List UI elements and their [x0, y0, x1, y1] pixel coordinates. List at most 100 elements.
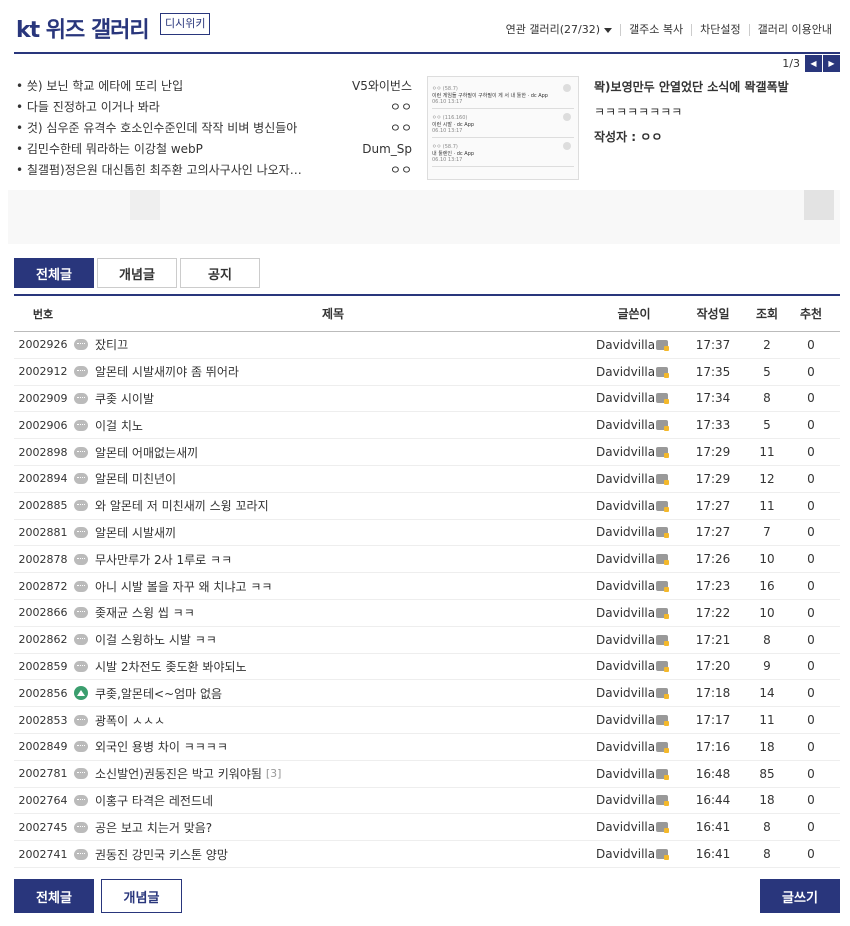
featured-thumbnail[interactable]: ㅇㅇ (58.7) 이런 게임들 구하필이 구하필이 게 서 내 툴한 · dc …: [427, 76, 579, 180]
copy-address-link[interactable]: 갤주소 복사: [620, 24, 691, 36]
tab-concept[interactable]: 개념글: [97, 258, 177, 288]
gallog-icon[interactable]: [656, 500, 670, 512]
gallog-icon[interactable]: [656, 822, 670, 834]
writer-name[interactable]: Davidvilla: [596, 820, 655, 834]
gallery-guide-link[interactable]: 갤러리 이용안내: [748, 24, 840, 36]
table-row[interactable]: 2002881 알몬테 시발새끼 Davidvilla 17:27 7 0: [14, 520, 840, 547]
gallog-icon[interactable]: [656, 339, 670, 351]
writer-name[interactable]: Davidvilla: [596, 472, 655, 486]
post-subject-link[interactable]: 좆재균 스윙 씹 ㅋㅋ: [95, 604, 195, 621]
table-row[interactable]: 2002849 외국인 용병 차이 ㅋㅋㅋㅋ Davidvilla 17:16 18 0: [14, 734, 840, 761]
block-settings-link[interactable]: 차단설정: [691, 24, 748, 36]
hot-post-title[interactable]: • 것) 심우준 유격수 호소인수준인데 작작 비벼 병신들아: [16, 120, 332, 141]
post-subject-link[interactable]: 권동진 강민국 키스톤 양망: [95, 846, 228, 863]
prev-arrow-icon[interactable]: ◀: [805, 55, 822, 72]
post-subject-link[interactable]: 알몬테 시발새끼야 좀 뛰어라: [95, 363, 239, 380]
post-subject-link[interactable]: 소신발언)권동진은 박고 키워야됨: [95, 765, 262, 782]
reply-count[interactable]: [3]: [266, 767, 282, 780]
post-subject-link[interactable]: 알몬테 미친년이: [95, 470, 176, 487]
table-row[interactable]: 2002866 좆재균 스윙 씹 ㅋㅋ Davidvilla 17:22 10 0: [14, 600, 840, 627]
gallog-icon[interactable]: [656, 366, 670, 378]
post-subject-link[interactable]: 잤티끄: [95, 336, 128, 353]
gallery-title[interactable]: kt 위즈 갤러리: [16, 12, 150, 44]
post-subject-link[interactable]: 외국인 용병 차이 ㅋㅋㅋㅋ: [95, 738, 228, 755]
next-arrow-icon[interactable]: ▶: [823, 55, 840, 72]
table-row[interactable]: 2002781 소신발언)권동진은 박고 키워야됨 [3] Davidvilla 16:…: [14, 761, 840, 788]
table-row[interactable]: 2002906 이걸 치노 Davidvilla 17:33 5 0: [14, 412, 840, 440]
post-subject-link[interactable]: 이홍구 타격은 레전드네: [95, 792, 213, 809]
concept-posts-button[interactable]: 개념글: [101, 879, 182, 913]
hot-post-item[interactable]: • 다들 진정하고 이거나 봐라 ㅇㅇ: [16, 99, 412, 120]
post-subject-link[interactable]: 쿠좆 시이발: [95, 390, 154, 407]
writer-name[interactable]: Davidvilla: [596, 499, 655, 513]
table-row[interactable]: 2002764 이홍구 타격은 레전드네 Davidvilla 16:44 18 0: [14, 788, 840, 815]
gallog-icon[interactable]: [656, 634, 670, 646]
gallog-icon[interactable]: [656, 688, 670, 700]
gallog-icon[interactable]: [656, 527, 670, 539]
table-row[interactable]: 2002741 권동진 강민국 키스톤 양망 Davidvilla 16:41 8 0: [14, 841, 840, 868]
gallog-icon[interactable]: [656, 447, 670, 459]
post-subject-link[interactable]: 이걸 치노: [95, 417, 143, 434]
write-button[interactable]: 글쓰기: [760, 879, 840, 913]
hot-post-title[interactable]: • 김민수한테 뭐라하는 이강철 webP: [16, 141, 332, 162]
gallog-icon[interactable]: [656, 420, 670, 432]
writer-name[interactable]: Davidvilla: [596, 633, 655, 647]
gallog-icon[interactable]: [656, 715, 670, 727]
tab-all[interactable]: 전체글: [14, 258, 94, 288]
featured-post-title[interactable]: 뫅)보영만두 안열었단 소식에 뫅갤폭발: [594, 78, 840, 95]
table-row[interactable]: 2002859 시발 2차전도 좆도환 봐야되노 Davidvilla 17:20 9 0: [14, 654, 840, 681]
writer-name[interactable]: Davidvilla: [596, 713, 655, 727]
post-subject-link[interactable]: 공은 보고 치는거 맞음?: [95, 819, 212, 836]
writer-name[interactable]: Davidvilla: [596, 793, 655, 807]
table-row[interactable]: 2002912 알몬테 시발새끼야 좀 뛰어라 Davidvilla 17:35 5 0: [14, 359, 840, 386]
writer-name[interactable]: Davidvilla: [596, 552, 655, 566]
post-subject-link[interactable]: 와 알몬테 저 미친새끼 스윙 꼬라지: [95, 497, 269, 514]
writer-name[interactable]: Davidvilla: [596, 686, 655, 700]
writer-name[interactable]: Davidvilla: [596, 391, 655, 405]
table-row[interactable]: 2002894 알몬테 미친년이 Davidvilla 17:29 12 0: [14, 466, 840, 493]
post-subject-link[interactable]: 무사만루가 2사 1루로 ㅋㅋ: [95, 551, 232, 568]
gallog-icon[interactable]: [656, 741, 670, 753]
hot-post-item[interactable]: • 씃) 보닌 학교 에타에 또리 난입 V5와이번스: [16, 78, 412, 99]
hot-post-title[interactable]: • 씃) 보닌 학교 에타에 또리 난입: [16, 78, 332, 99]
post-subject-link[interactable]: 이걸 스윙하노 시발 ㅋㅋ: [95, 631, 217, 648]
gallog-icon[interactable]: [656, 581, 670, 593]
table-row[interactable]: 2002909 쿠좆 시이발 Davidvilla 17:34 8 0: [14, 386, 840, 413]
gallog-icon[interactable]: [656, 849, 670, 861]
post-subject-link[interactable]: 알몬테 어매없는새끼: [95, 444, 198, 461]
hot-post-title[interactable]: • 칠갤펌)정은원 대신톱힌 최주환 고의사구사인 나오자…: [16, 162, 332, 183]
all-posts-button[interactable]: 전체글: [14, 879, 94, 913]
post-subject-link[interactable]: 아니 시발 볼을 자꾸 왜 치냐고 ㅋㅋ: [95, 578, 272, 595]
post-subject-link[interactable]: 쿠좆,알몬테<~엄마 없음: [95, 685, 222, 702]
hot-post-title[interactable]: • 다들 진정하고 이거나 봐라: [16, 99, 332, 120]
writer-name[interactable]: Davidvilla: [596, 767, 655, 781]
related-gallery-link[interactable]: 연관 갤러리(27/32): [498, 24, 620, 36]
gallog-icon[interactable]: [656, 795, 670, 807]
table-row[interactable]: 2002862 이걸 스윙하노 시발 ㅋㅋ Davidvilla 17:21 8 0: [14, 627, 840, 654]
post-subject-link[interactable]: 광폭이 ㅅㅅㅅ: [95, 712, 165, 729]
gallog-icon[interactable]: [656, 607, 670, 619]
gallog-icon[interactable]: [656, 393, 670, 405]
tab-notice[interactable]: 공지: [180, 258, 260, 288]
writer-name[interactable]: Davidvilla: [596, 847, 655, 861]
writer-name[interactable]: Davidvilla: [596, 365, 655, 379]
table-row[interactable]: 2002872 아니 시발 볼을 자꾸 왜 치냐고 ㅋㅋ Davidvilla 17:…: [14, 573, 840, 600]
table-row[interactable]: 2002926 잤티끄 Davidvilla 17:37 2 0: [14, 332, 840, 359]
writer-name[interactable]: Davidvilla: [596, 606, 655, 620]
writer-name[interactable]: Davidvilla: [596, 338, 655, 352]
table-row[interactable]: 2002853 광폭이 ㅅㅅㅅ Davidvilla 17:17 11 0: [14, 707, 840, 734]
hot-post-item[interactable]: • 것) 심우준 유격수 호소인수준인데 작작 비벼 병신들아 ㅇㅇ: [16, 120, 412, 141]
post-subject-link[interactable]: 시발 2차전도 좆도환 봐야되노: [95, 658, 247, 675]
post-subject-link[interactable]: 알몬테 시발새끼: [95, 524, 176, 541]
gallog-icon[interactable]: [656, 554, 670, 566]
gallog-icon[interactable]: [656, 473, 670, 485]
writer-name[interactable]: Davidvilla: [596, 659, 655, 673]
writer-name[interactable]: Davidvilla: [596, 740, 655, 754]
writer-name[interactable]: Davidvilla: [596, 445, 655, 459]
gallog-icon[interactable]: [656, 661, 670, 673]
table-row[interactable]: 2002898 알몬테 어매없는새끼 Davidvilla 17:29 11 0: [14, 439, 840, 466]
writer-name[interactable]: Davidvilla: [596, 525, 655, 539]
table-row[interactable]: 2002885 와 알몬테 저 미친새끼 스윙 꼬라지 Davidvilla 17:2…: [14, 493, 840, 520]
hot-post-item[interactable]: • 김민수한테 뭐라하는 이강철 webP Dum_Sp: [16, 141, 412, 162]
table-row[interactable]: 2002856 쿠좆,알몬테<~엄마 없음 Davidvilla 17:18 14 0: [14, 680, 840, 708]
